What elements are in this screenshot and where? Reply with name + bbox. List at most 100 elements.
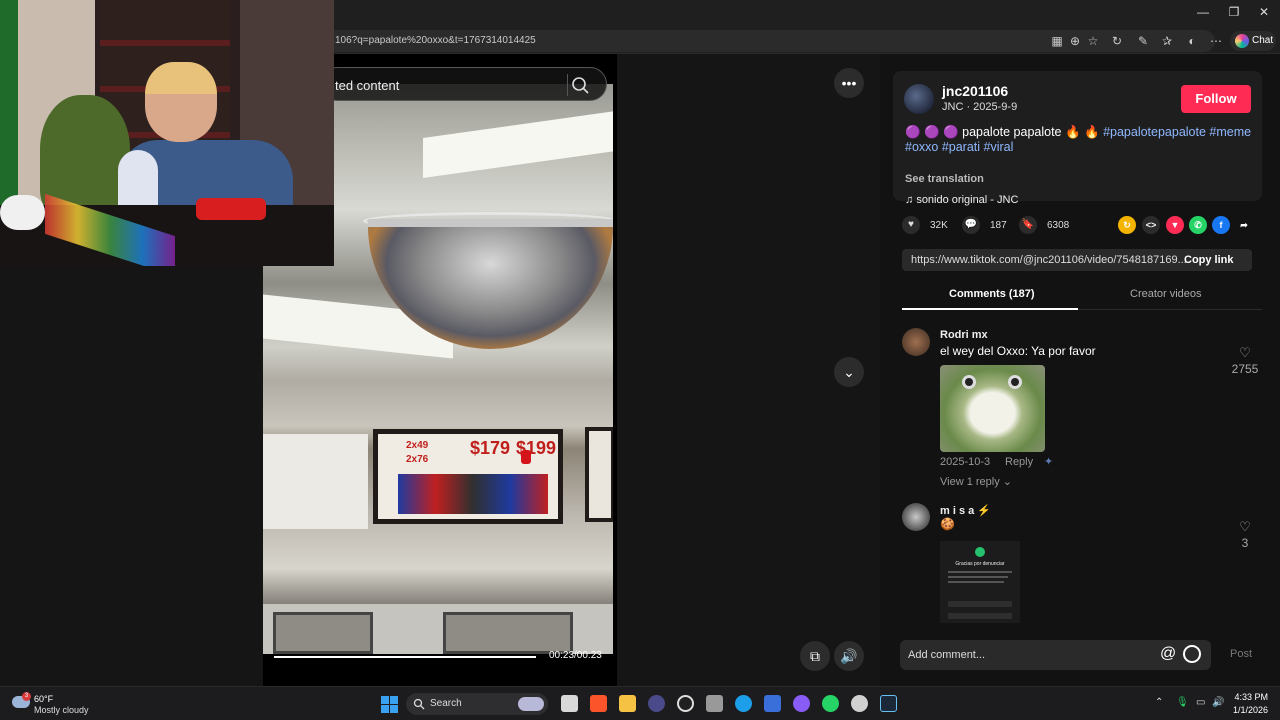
report-text-line: [948, 576, 1008, 578]
more-options-icon[interactable]: •••: [834, 68, 864, 98]
reply-button[interactable]: Reply: [1005, 456, 1033, 468]
steam-icon[interactable]: [880, 695, 897, 712]
comment-username[interactable]: Rodri mx: [940, 329, 988, 341]
comment-like-count: 3: [1241, 536, 1249, 550]
maximize-icon[interactable]: ❐: [1227, 5, 1241, 19]
webcam-overlay: [0, 0, 334, 266]
ceiling-light: [423, 109, 613, 179]
comment-screenshot-image[interactable]: Gracias por denunciar: [940, 541, 1020, 623]
copilot-icon: [1235, 34, 1249, 48]
clock-time[interactable]: 4:33 PM: [1228, 692, 1268, 702]
taskbar: 3 60°F Mostly cloudy Search ⌃ 🎙 ▭ 🔊 4:33…: [0, 686, 1280, 720]
report-text-line: [948, 571, 1012, 573]
comment-avatar[interactable]: [902, 503, 930, 531]
copy-link-button[interactable]: Copy link: [1184, 254, 1234, 266]
app-icon[interactable]: [764, 695, 781, 712]
copilot-chat-button[interactable]: Chat: [1230, 31, 1276, 51]
zoom-icon[interactable]: ⊕: [1066, 32, 1084, 50]
app-icon[interactable]: [648, 695, 665, 712]
microphone-icon[interactable]: 🎙: [1176, 697, 1189, 708]
tab-comments[interactable]: Comments (187): [949, 288, 1035, 300]
floating-player-icon[interactable]: ⧉: [800, 641, 830, 671]
tab-creator-videos[interactable]: Creator videos: [1130, 288, 1202, 300]
comment-input[interactable]: Add comment...: [908, 649, 985, 661]
sound-link[interactable]: ♫ sonido original - JNC: [905, 194, 1018, 206]
split-screen-icon[interactable]: ▦: [1048, 32, 1066, 50]
comment-frog-image[interactable]: [940, 365, 1045, 452]
close-icon[interactable]: ✕: [1257, 5, 1271, 19]
task-view-icon[interactable]: [561, 695, 578, 712]
product-images: [398, 474, 548, 514]
app-icon[interactable]: [851, 695, 868, 712]
active-tab-indicator: [902, 308, 1078, 310]
reaction-icon[interactable]: ✦: [1044, 455, 1053, 468]
hashtags-line-1[interactable]: #papalotepapalote #meme: [1103, 125, 1251, 139]
app-icon[interactable]: [793, 695, 810, 712]
whatsapp-icon[interactable]: ✆: [1189, 216, 1207, 234]
network-icon[interactable]: ▭: [1196, 697, 1205, 708]
facebook-icon[interactable]: f: [1212, 216, 1230, 234]
extensions-icon[interactable]: ✎: [1134, 32, 1152, 50]
video-progress-bar[interactable]: [274, 656, 536, 658]
taskbar-search[interactable]: Search: [406, 693, 548, 715]
view-replies-label: View 1 reply: [940, 476, 1000, 488]
more-menu-icon[interactable]: ⋯: [1207, 32, 1225, 50]
volume-icon[interactable]: 🔊: [1212, 697, 1224, 708]
post-info-card: jnc201106 JNC · 2025-9-9 Follow 🟣 🟣 🟣 pa…: [893, 71, 1262, 206]
file-explorer-icon[interactable]: [619, 695, 636, 712]
creator-avatar[interactable]: [904, 84, 934, 114]
comment-username[interactable]: m i s a ⚡: [940, 504, 991, 517]
post-comment-button[interactable]: Post: [1230, 648, 1252, 660]
comment-heart-icon[interactable]: ♡: [1238, 520, 1252, 534]
send-to-friends-icon[interactable]: ▼: [1166, 216, 1184, 234]
comment-composer[interactable]: Add comment... @: [900, 640, 1211, 670]
weather-temperature[interactable]: 60°F: [34, 694, 53, 704]
cooler-doors: [263, 604, 613, 654]
bookmark-icon[interactable]: 🔖: [1019, 216, 1037, 234]
minimize-icon[interactable]: —: [1196, 5, 1210, 19]
tray-overflow-icon[interactable]: ⌃: [1155, 697, 1163, 708]
video-time: 00:23/00:23: [549, 650, 602, 661]
favorites-icon[interactable]: ✰: [1158, 32, 1176, 50]
volume-icon[interactable]: 🔊: [834, 641, 864, 671]
check-icon: [975, 547, 985, 557]
emoji-icon[interactable]: [1183, 645, 1201, 663]
creator-username[interactable]: jnc201106: [942, 83, 1008, 99]
weather-description[interactable]: Mostly cloudy: [34, 705, 89, 715]
clock-date[interactable]: 1/1/2026: [1228, 705, 1268, 715]
price-sign-left: [263, 434, 368, 529]
repost-icon[interactable]: ↻: [1118, 216, 1136, 234]
comment-text: el wey del Oxxo: Ya por favor: [940, 344, 1096, 358]
hashtags-line-2[interactable]: #oxxo #parati #viral: [905, 140, 1013, 154]
favorite-star-icon[interactable]: ☆: [1084, 32, 1102, 50]
comment-avatar[interactable]: [902, 328, 930, 356]
share-arrow-icon[interactable]: ➦: [1235, 216, 1253, 234]
refresh-icon[interactable]: ↻: [1108, 32, 1126, 50]
windows-start-icon[interactable]: [381, 696, 398, 713]
comment-date: 2025-10-3: [940, 456, 991, 468]
search-icon[interactable]: [569, 74, 591, 96]
edge-icon[interactable]: [735, 695, 752, 712]
heart-icon[interactable]: ♥: [902, 216, 920, 234]
mention-icon[interactable]: @: [1160, 645, 1176, 663]
view-replies-link[interactable]: View 1 reply ⌄: [940, 475, 1012, 488]
comment-icon[interactable]: 💬: [962, 216, 980, 234]
comment-heart-icon[interactable]: ♡: [1238, 346, 1252, 360]
brave-browser-icon[interactable]: [590, 695, 607, 712]
small-price: 2x76: [406, 454, 429, 465]
see-translation-link[interactable]: See translation: [905, 173, 984, 185]
profile-icon[interactable]: ◐: [1183, 32, 1201, 50]
sound-name: sonido original - JNC: [916, 194, 1019, 206]
whatsapp-icon[interactable]: [822, 695, 839, 712]
webcam-controller: [0, 195, 45, 230]
app-icon[interactable]: [706, 695, 723, 712]
follow-button[interactable]: Follow: [1181, 85, 1251, 113]
search-bar[interactable]: ted content: [320, 67, 607, 101]
obs-icon[interactable]: [677, 695, 694, 712]
frog-eye: [1008, 375, 1022, 389]
next-video-chevron-icon[interactable]: ⌄: [834, 357, 864, 387]
video-link[interactable]: https://www.tiktok.com/@jnc201106/video/…: [911, 254, 1187, 266]
creator-meta: JNC · 2025-9-9: [942, 101, 1018, 113]
embed-icon[interactable]: <>: [1142, 216, 1160, 234]
comment-like-count: 2755: [1231, 362, 1259, 376]
